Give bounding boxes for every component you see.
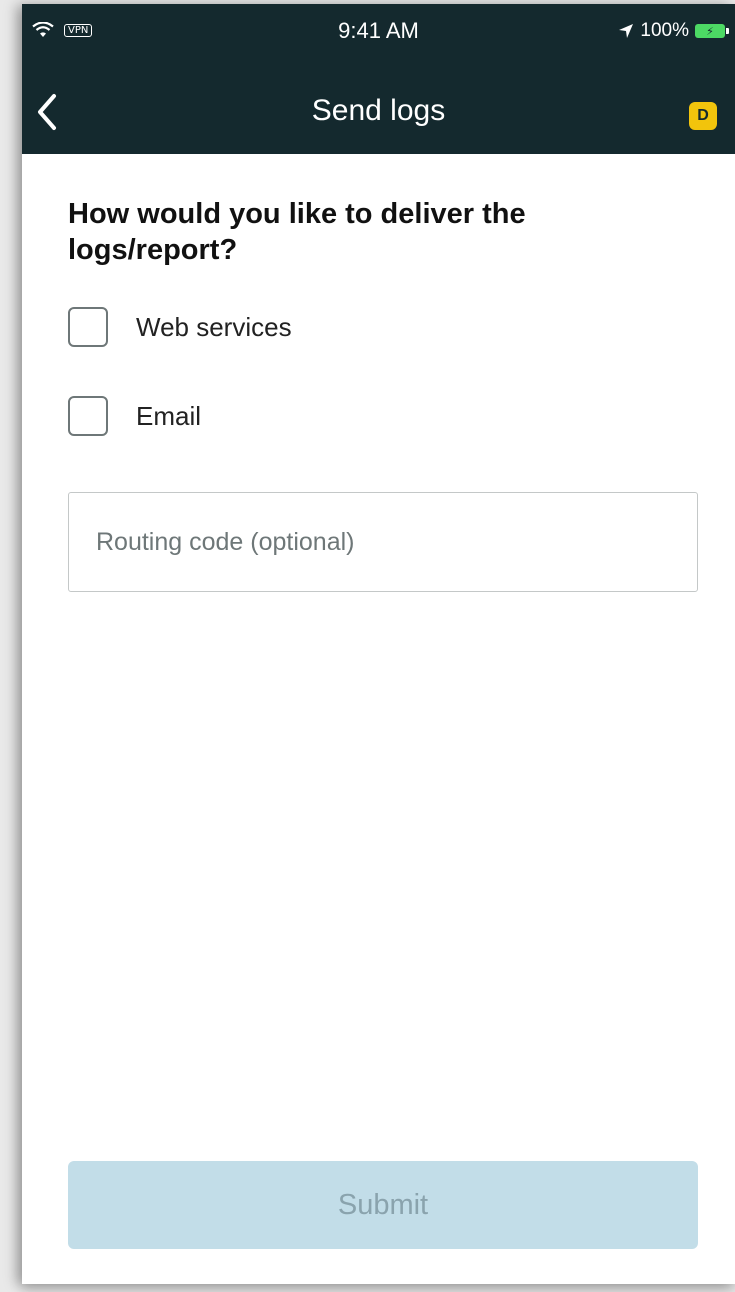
email-label: Email	[136, 400, 202, 431]
phone-screen: VPN 9:41 AM 100% ⚡ Send logs D How would…	[22, 4, 735, 1284]
email-checkbox[interactable]	[68, 396, 108, 436]
status-bar: VPN 9:41 AM 100% ⚡	[22, 4, 735, 72]
web-services-checkbox[interactable]	[68, 307, 108, 347]
battery-charging-icon: ⚡	[695, 24, 729, 38]
routing-code-placeholder: Routing code (optional)	[96, 527, 355, 556]
status-right: 100% ⚡	[618, 20, 729, 42]
d-badge-button[interactable]: D	[689, 102, 717, 130]
battery-percent: 100%	[640, 20, 689, 41]
web-services-option[interactable]: Web services	[68, 307, 292, 347]
location-arrow-icon	[619, 24, 634, 38]
page-title: Send logs	[311, 94, 446, 127]
submit-button[interactable]: Submit	[68, 1161, 698, 1249]
email-option[interactable]: Email	[68, 396, 201, 436]
delivery-question: How would you like to deliver the logs/r…	[68, 198, 526, 266]
routing-code-input[interactable]: Routing code (optional)	[68, 492, 698, 592]
nav-bar: Send logs D	[22, 72, 735, 154]
web-services-label: Web services	[136, 311, 292, 342]
